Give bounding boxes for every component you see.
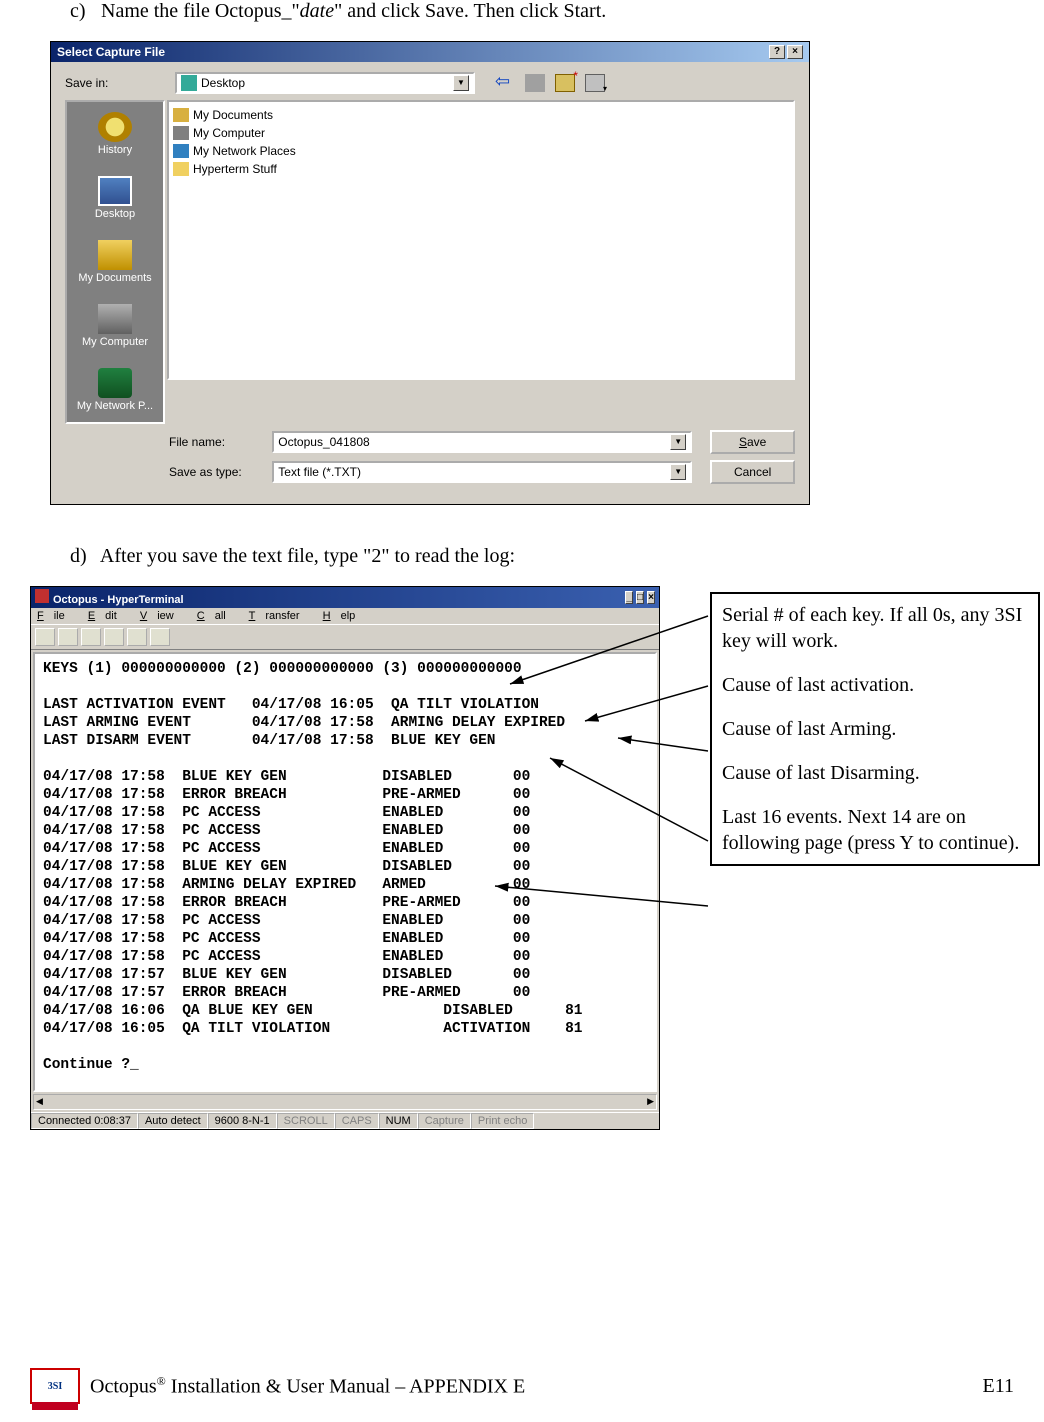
list-item[interactable]: My Computer: [173, 124, 789, 142]
file-name-input[interactable]: Octopus_041808 ▼: [272, 431, 692, 453]
instruction-d-index: d): [70, 545, 96, 568]
maximize-button[interactable]: □: [636, 591, 644, 604]
file-list[interactable]: My Documents My Computer My Network Plac…: [167, 100, 795, 380]
menu-file[interactable]: File: [37, 610, 75, 622]
hyper-title: Octopus - HyperTerminal: [53, 594, 184, 606]
select-capture-file-dialog: Select Capture File ? × Save in: Desktop…: [50, 41, 810, 505]
menu-view[interactable]: View: [140, 610, 184, 622]
status-bar: Connected 0:08:37 Auto detect 9600 8-N-1…: [31, 1112, 659, 1129]
close-button[interactable]: ×: [647, 591, 655, 604]
hyperterminal-window: Octopus - HyperTerminal _ □ × File Edit …: [30, 586, 660, 1130]
back-icon[interactable]: ⇦: [495, 74, 515, 92]
history-icon: [98, 112, 132, 142]
instruction-d-text: After you save the text file, type "2" t…: [100, 545, 515, 567]
folder-icon: [173, 108, 189, 122]
annot-arming: Cause of last Arming.: [722, 716, 1028, 742]
file-name-label: File name:: [169, 435, 272, 449]
annot-serial: Serial # of each key. If all 0s, any 3SI…: [722, 602, 1028, 654]
save-as-type-combo[interactable]: Text file (*.TXT) ▼: [272, 461, 692, 483]
status-detect: Auto detect: [138, 1113, 208, 1129]
view-menu-icon[interactable]: [585, 74, 605, 92]
save-as-type-label: Save as type:: [169, 465, 272, 479]
terminal-output[interactable]: KEYS (1) 000000000000 (2) 000000000000 (…: [33, 652, 657, 1092]
footer-product: Octopus: [90, 1375, 157, 1397]
places-my-documents[interactable]: My Documents: [67, 230, 163, 294]
computer-icon: [98, 304, 132, 334]
list-item[interactable]: My Network Places: [173, 142, 789, 160]
documents-icon: [98, 240, 132, 270]
footer-title: Installation & User Manual – APPENDIX E: [166, 1375, 525, 1397]
instruction-c-date: date: [300, 0, 334, 22]
status-connected: Connected 0:08:37: [31, 1113, 138, 1129]
status-caps: CAPS: [335, 1113, 379, 1129]
menu-help[interactable]: Help: [323, 610, 366, 622]
list-item[interactable]: Hyperterm Stuff: [173, 160, 789, 178]
tool-open-icon[interactable]: [58, 628, 78, 646]
page-number: E11: [983, 1375, 1014, 1398]
dialog-title: Select Capture File: [57, 45, 165, 59]
annot-disarming: Cause of last Disarming.: [722, 760, 1028, 786]
hyper-titlebar: Octopus - HyperTerminal _ □ ×: [31, 587, 659, 608]
save-in-value: Desktop: [201, 76, 453, 90]
menu-bar: File Edit View Call Transfer Help: [31, 608, 659, 624]
instruction-c-text1: Name the file Octopus_": [101, 0, 300, 22]
menu-transfer[interactable]: Transfer: [249, 610, 310, 622]
status-baud: 9600 8-N-1: [208, 1113, 277, 1129]
network-item-icon: [173, 144, 189, 158]
up-one-level-icon[interactable]: [525, 74, 545, 92]
new-folder-icon[interactable]: [555, 74, 575, 92]
registered-mark: ®: [157, 1374, 166, 1388]
annotation-box: Serial # of each key. If all 0s, any 3SI…: [710, 592, 1040, 866]
horizontal-scrollbar[interactable]: [33, 1094, 657, 1110]
menu-call[interactable]: Call: [197, 610, 236, 622]
minimize-button[interactable]: _: [625, 591, 633, 604]
page-footer: 3SI Octopus® Installation & User Manual …: [30, 1368, 1014, 1404]
menu-edit[interactable]: Edit: [88, 610, 127, 622]
annot-events: Last 16 events. Next 14 are on following…: [722, 804, 1028, 856]
chevron-down-icon[interactable]: ▼: [670, 434, 686, 450]
close-button[interactable]: ×: [787, 45, 803, 59]
desktop-place-icon: [98, 176, 132, 206]
tool-new-icon[interactable]: [35, 628, 55, 646]
list-item[interactable]: My Documents: [173, 106, 789, 124]
places-bar: History Desktop My Documents My Computer…: [65, 100, 165, 424]
chevron-down-icon[interactable]: ▼: [453, 75, 469, 91]
save-in-label: Save in:: [65, 76, 175, 90]
save-in-combo[interactable]: Desktop ▼: [175, 72, 475, 94]
chevron-down-icon[interactable]: ▼: [670, 464, 686, 480]
instruction-c-index: c): [70, 0, 96, 23]
file-name-value: Octopus_041808: [278, 435, 670, 449]
dialog-titlebar: Select Capture File ? ×: [51, 42, 809, 62]
cancel-button[interactable]: Cancel: [710, 460, 795, 484]
status-capture: Capture: [418, 1113, 471, 1129]
annot-activation: Cause of last activation.: [722, 672, 1028, 698]
tool-send-icon[interactable]: [127, 628, 147, 646]
instruction-d: d) After you save the text file, type "2…: [70, 545, 1014, 568]
places-history[interactable]: History: [67, 102, 163, 166]
save-as-type-value: Text file (*.TXT): [278, 465, 670, 479]
status-scroll: SCROLL: [277, 1113, 335, 1129]
toolbar: [31, 624, 659, 650]
save-button[interactable]: Save: [710, 430, 795, 454]
network-places-icon: [98, 368, 132, 398]
places-my-computer[interactable]: My Computer: [67, 294, 163, 358]
desktop-icon: [181, 75, 197, 91]
computer-item-icon: [173, 126, 189, 140]
3si-logo: 3SI: [30, 1368, 80, 1404]
status-num: NUM: [379, 1113, 418, 1129]
places-desktop[interactable]: Desktop: [67, 166, 163, 230]
tool-disconnect-icon[interactable]: [104, 628, 124, 646]
app-icon: [35, 589, 49, 603]
folder-icon: [173, 162, 189, 176]
help-button[interactable]: ?: [769, 45, 785, 59]
tool-connect-icon[interactable]: [81, 628, 101, 646]
status-echo: Print echo: [471, 1113, 535, 1129]
instruction-c: c) Name the file Octopus_"date" and clic…: [70, 0, 1014, 23]
instruction-c-text2: " and click Save. Then click Start.: [334, 0, 606, 22]
places-my-network[interactable]: My Network P...: [67, 358, 163, 422]
tool-properties-icon[interactable]: [150, 628, 170, 646]
